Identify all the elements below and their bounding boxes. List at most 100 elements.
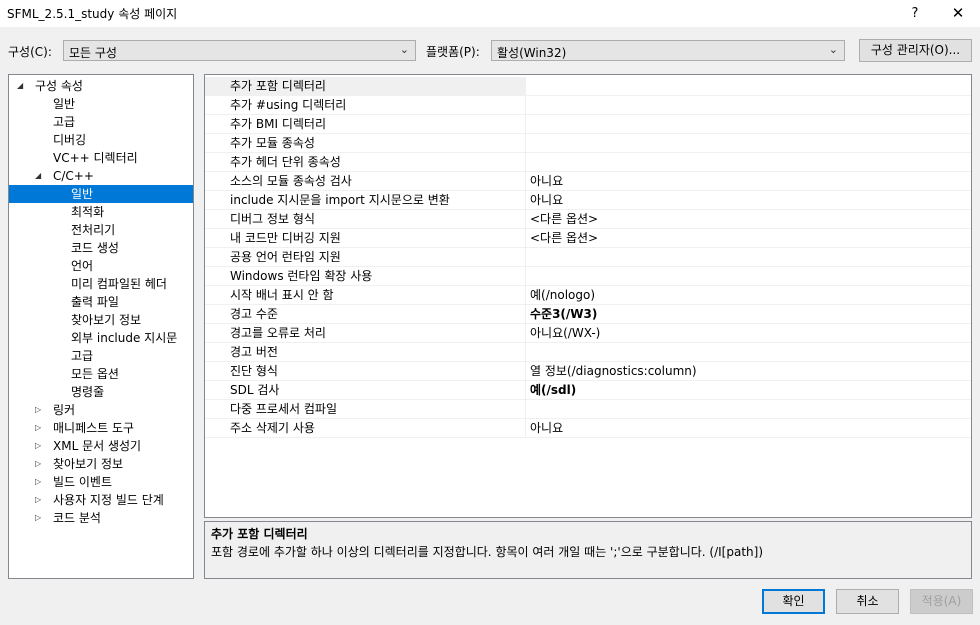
- property-row[interactable]: 다중 프로세서 컴파일: [205, 400, 971, 419]
- property-row[interactable]: SDL 검사 예(/sdl): [205, 381, 971, 400]
- expand-icon[interactable]: ▷: [35, 419, 45, 437]
- property-value[interactable]: [525, 248, 971, 267]
- tree-item[interactable]: 일반: [9, 95, 193, 113]
- tree-item[interactable]: ▷ 링커: [9, 401, 193, 419]
- property-name: 경고를 오류로 처리: [205, 324, 525, 343]
- tree-item[interactable]: 코드 생성: [9, 239, 193, 257]
- tree-item[interactable]: 언어: [9, 257, 193, 275]
- property-value[interactable]: 예(/nologo): [525, 286, 971, 305]
- property-row[interactable]: Windows 런타임 확장 사용: [205, 267, 971, 286]
- tree-item-label: 디버깅: [53, 133, 87, 147]
- ok-button[interactable]: 확인: [762, 589, 825, 614]
- tree-item-label: 출력 파일: [71, 295, 119, 309]
- property-value[interactable]: [525, 115, 971, 134]
- tree-item-label: 매니페스트 도구: [53, 421, 135, 435]
- property-value[interactable]: 아니요: [525, 172, 971, 191]
- config-manager-button[interactable]: 구성 관리자(O)...: [859, 39, 972, 62]
- tree-item[interactable]: ▷ XML 문서 생성기: [9, 437, 193, 455]
- tree-item-label: 고급: [53, 115, 76, 129]
- property-row[interactable]: include 지시문을 import 지시문으로 변환 아니요: [205, 191, 971, 210]
- property-value[interactable]: 아니요: [525, 191, 971, 210]
- tree-item[interactable]: 명령줄: [9, 383, 193, 401]
- platform-dropdown[interactable]: 활성(Win32) ⌄: [491, 40, 845, 61]
- property-row[interactable]: 경고 수준 수준3(/W3): [205, 305, 971, 324]
- property-name: 경고 버전: [205, 343, 525, 362]
- expand-icon[interactable]: ▷: [35, 491, 45, 509]
- property-row[interactable]: 경고를 오류로 처리 아니요(/WX-): [205, 324, 971, 343]
- config-dropdown[interactable]: 모든 구성 ⌄: [63, 40, 416, 61]
- tree-item[interactable]: ▷ 찾아보기 정보: [9, 455, 193, 473]
- property-row[interactable]: 추가 BMI 디렉터리: [205, 115, 971, 134]
- tree-item-label: 미리 컴파일된 헤더: [71, 277, 167, 291]
- property-name: SDL 검사: [205, 381, 525, 400]
- property-value[interactable]: [525, 343, 971, 362]
- tree-item[interactable]: 고급: [9, 347, 193, 365]
- expand-icon[interactable]: ▷: [35, 401, 45, 419]
- property-value[interactable]: 예(/sdl): [525, 381, 971, 400]
- tree-item[interactable]: 디버깅: [9, 131, 193, 149]
- property-value[interactable]: <다른 옵션>: [525, 229, 971, 248]
- help-icon[interactable]: ?: [895, 0, 935, 27]
- tree-item[interactable]: ◢ C/C++: [9, 167, 193, 185]
- property-row[interactable]: 추가 포함 디렉터리: [205, 77, 971, 96]
- property-row[interactable]: 내 코드만 디버깅 지원 <다른 옵션>: [205, 229, 971, 248]
- property-value[interactable]: [525, 77, 971, 96]
- property-value[interactable]: [525, 134, 971, 153]
- tree-item[interactable]: ▷ 코드 분석: [9, 509, 193, 527]
- property-name: 경고 수준: [205, 305, 525, 324]
- tree-item[interactable]: ◢ 구성 속성: [9, 77, 193, 95]
- tree-item[interactable]: 출력 파일: [9, 293, 193, 311]
- tree-item[interactable]: ▷ 사용자 지정 빌드 단계: [9, 491, 193, 509]
- tree-item-label: 전처리기: [71, 223, 116, 237]
- expand-icon[interactable]: ▷: [35, 509, 45, 527]
- property-value[interactable]: 수준3(/W3): [525, 305, 971, 324]
- window-title: SFML_2.5.1_study 속성 페이지: [7, 7, 178, 21]
- property-value[interactable]: [525, 400, 971, 419]
- tree-item[interactable]: 전처리기: [9, 221, 193, 239]
- collapse-icon[interactable]: ◢: [35, 167, 45, 185]
- tree-item[interactable]: 찾아보기 정보: [9, 311, 193, 329]
- tree-item-label: 코드 생성: [71, 241, 119, 255]
- property-row[interactable]: 추가 모듈 종속성: [205, 134, 971, 153]
- config-value: 모든 구성: [69, 46, 117, 60]
- apply-button[interactable]: 적용(A): [910, 589, 973, 614]
- property-value[interactable]: 열 정보(/diagnostics:column): [525, 362, 971, 381]
- property-row[interactable]: 경고 버전: [205, 343, 971, 362]
- expand-icon[interactable]: ▷: [35, 437, 45, 455]
- property-row[interactable]: 디버그 정보 형식 <다른 옵션>: [205, 210, 971, 229]
- property-grid[interactable]: 추가 포함 디렉터리 추가 #using 디렉터리 추가 BMI 디렉터리 추가 모듈…: [204, 74, 972, 518]
- property-tree[interactable]: ◢ 구성 속성 일반 고급 디버깅 VC++ 디렉터리 ◢ C/C++ 일반 최적화 전처리기 코드 …: [8, 74, 194, 579]
- property-value[interactable]: 아니요: [525, 419, 971, 438]
- tree-item[interactable]: VC++ 디렉터리: [9, 149, 193, 167]
- cancel-button[interactable]: 취소: [836, 589, 899, 614]
- property-row[interactable]: 주소 삭제기 사용 아니요: [205, 419, 971, 438]
- tree-item-label: 고급: [71, 349, 94, 363]
- property-row[interactable]: 공용 언어 런타임 지원: [205, 248, 971, 267]
- property-value[interactable]: <다른 옵션>: [525, 210, 971, 229]
- tree-item[interactable]: 모든 옵션: [9, 365, 193, 383]
- expand-icon[interactable]: ▷: [35, 473, 45, 491]
- tree-item[interactable]: 일반: [9, 185, 193, 203]
- property-value[interactable]: [525, 267, 971, 286]
- tree-item[interactable]: 최적화: [9, 203, 193, 221]
- tree-item[interactable]: ▷ 빌드 이벤트: [9, 473, 193, 491]
- tree-item-label: 일반: [53, 97, 76, 111]
- property-row[interactable]: 진단 형식 열 정보(/diagnostics:column): [205, 362, 971, 381]
- tree-item[interactable]: 고급: [9, 113, 193, 131]
- property-value[interactable]: 아니요(/WX-): [525, 324, 971, 343]
- tree-item[interactable]: 외부 include 지시문: [9, 329, 193, 347]
- property-row[interactable]: 추가 #using 디렉터리: [205, 96, 971, 115]
- property-row[interactable]: 소스의 모듈 종속성 검사 아니요: [205, 172, 971, 191]
- property-value[interactable]: [525, 96, 971, 115]
- property-name: 디버그 정보 형식: [205, 210, 525, 229]
- expand-icon[interactable]: ▷: [35, 455, 45, 473]
- property-row[interactable]: 시작 배너 표시 안 함 예(/nologo): [205, 286, 971, 305]
- tree-item[interactable]: ▷ 매니페스트 도구: [9, 419, 193, 437]
- tree-item[interactable]: 미리 컴파일된 헤더: [9, 275, 193, 293]
- property-name: 주소 삭제기 사용: [205, 419, 525, 438]
- property-value[interactable]: [525, 153, 971, 172]
- collapse-icon[interactable]: ◢: [17, 77, 27, 95]
- property-row[interactable]: 추가 헤더 단위 종속성: [205, 153, 971, 172]
- property-name: Windows 런타임 확장 사용: [205, 267, 525, 286]
- close-icon[interactable]: ✕: [938, 0, 978, 27]
